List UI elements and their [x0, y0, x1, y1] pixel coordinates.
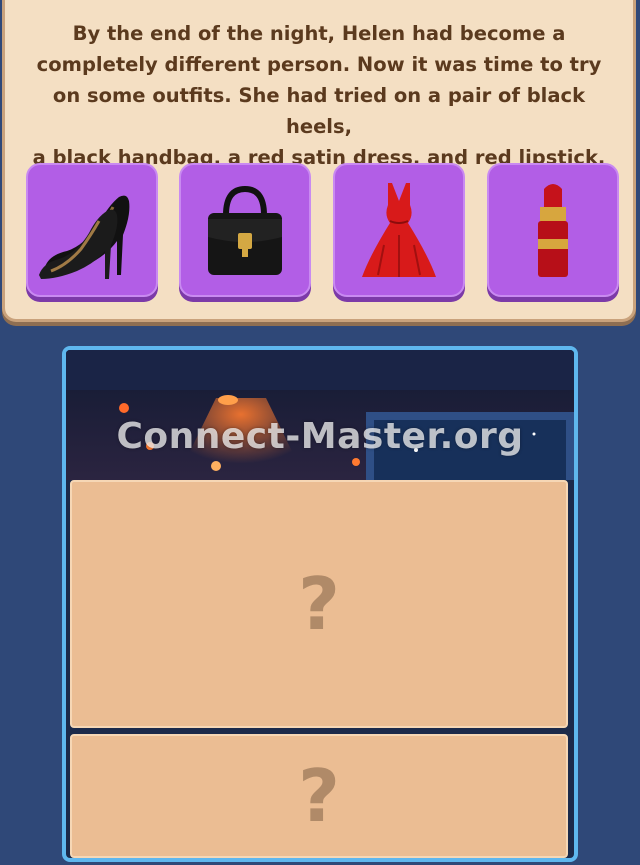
story-text: By the end of the night, Helen had becom… [23, 18, 615, 173]
story-line: completely different person. Now it was … [36, 53, 602, 76]
story-line: on some outfits. She had tried on a pair… [52, 84, 586, 138]
item-tile-heels[interactable] [26, 163, 158, 297]
answer-slot-2[interactable]: ? [70, 734, 568, 858]
item-tile-dress[interactable] [333, 163, 465, 297]
nightclub-scene-image [66, 350, 574, 480]
item-tile-lipstick[interactable] [487, 163, 619, 297]
red-dress-icon [362, 183, 436, 277]
scene-frame: Connect-Master.org ? ? [62, 346, 578, 862]
black-heels-icon [39, 195, 130, 279]
story-panel: By the end of the night, Helen had becom… [2, 0, 636, 322]
watermark-text: Connect-Master.org [116, 416, 524, 457]
story-line: By the end of the night, Helen had becom… [72, 22, 566, 45]
red-lipstick-icon [538, 184, 568, 277]
question-mark-icon: ? [298, 562, 340, 646]
black-handbag-icon [208, 185, 282, 275]
question-mark-icon: ? [298, 754, 340, 838]
item-tile-handbag[interactable] [179, 163, 311, 297]
answer-slot-1[interactable]: ? [70, 480, 568, 728]
